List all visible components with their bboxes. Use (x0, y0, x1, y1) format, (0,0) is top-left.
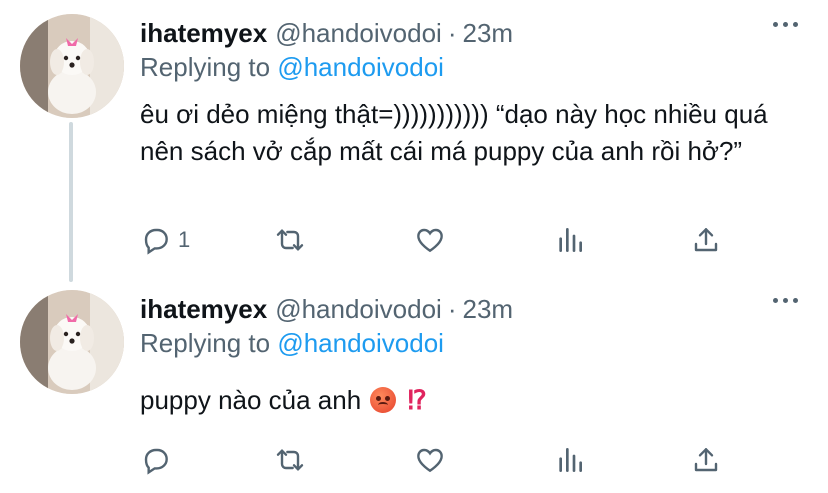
more-icon[interactable] (773, 298, 798, 303)
retweet-icon (276, 449, 304, 471)
share-icon (694, 228, 718, 252)
tweet-text: puppy nào của anh ⁉ (140, 382, 800, 419)
heart-icon (417, 228, 443, 253)
replying-to: Replying to @handoivodoi (140, 328, 444, 360)
replying-to: Replying to @handoivodoi (140, 52, 444, 84)
reply-button[interactable]: 1 (140, 220, 190, 260)
separator-dot: · (447, 293, 457, 324)
reply-count: 1 (178, 227, 191, 252)
analytics-icon (559, 228, 582, 252)
analytics-button[interactable] (554, 440, 586, 480)
reply-button[interactable] (140, 440, 172, 480)
analytics-icon (559, 448, 582, 472)
user-handle[interactable]: @handoivodoi (275, 18, 442, 49)
retweet-button[interactable] (274, 220, 306, 260)
tweet-actions (140, 440, 740, 480)
heart-icon (417, 448, 443, 473)
reply-icon (144, 448, 168, 475)
like-button[interactable] (414, 220, 446, 260)
replying-to-label: Replying to (140, 52, 271, 82)
share-button[interactable] (690, 220, 722, 260)
mention-link[interactable]: @handoivodoi (277, 328, 444, 358)
timestamp[interactable]: 23m (463, 294, 514, 325)
display-name[interactable]: ihatemyex (140, 18, 267, 49)
tweet-header: ihatemyex @handoivodoi · 23m (140, 292, 513, 326)
mention-link[interactable]: @handoivodoi (277, 52, 444, 82)
timestamp[interactable]: 23m (463, 18, 514, 49)
reply-icon (144, 228, 168, 255)
separator-dot: · (447, 17, 457, 48)
tweet-text: êu ơi dẻo miệng thật=))))))))))) “dạo nà… (140, 99, 768, 166)
retweet-button[interactable] (274, 440, 306, 480)
user-handle[interactable]: @handoivodoi (275, 294, 442, 325)
tweet[interactable]: ihatemyex @handoivodoi · 23m Replying to… (0, 0, 828, 276)
angry-face-emoji-icon (370, 387, 397, 413)
share-icon (694, 448, 718, 472)
analytics-button[interactable] (554, 220, 586, 260)
more-icon[interactable] (773, 22, 798, 27)
avatar[interactable] (20, 290, 124, 394)
replying-to-label: Replying to (140, 328, 271, 358)
display-name[interactable]: ihatemyex (140, 294, 267, 325)
interrobang-emoji-icon: ⁉ (407, 385, 427, 415)
tweet-actions: 1 (140, 220, 740, 260)
like-button[interactable] (414, 440, 446, 480)
tweet-text-body: puppy nào của anh (140, 385, 362, 415)
share-button[interactable] (690, 440, 722, 480)
tweet[interactable]: ihatemyex @handoivodoi · 23m Replying to… (0, 276, 828, 493)
retweet-icon (276, 229, 304, 251)
avatar[interactable] (20, 14, 124, 118)
tweet-header: ihatemyex @handoivodoi · 23m (140, 16, 513, 50)
